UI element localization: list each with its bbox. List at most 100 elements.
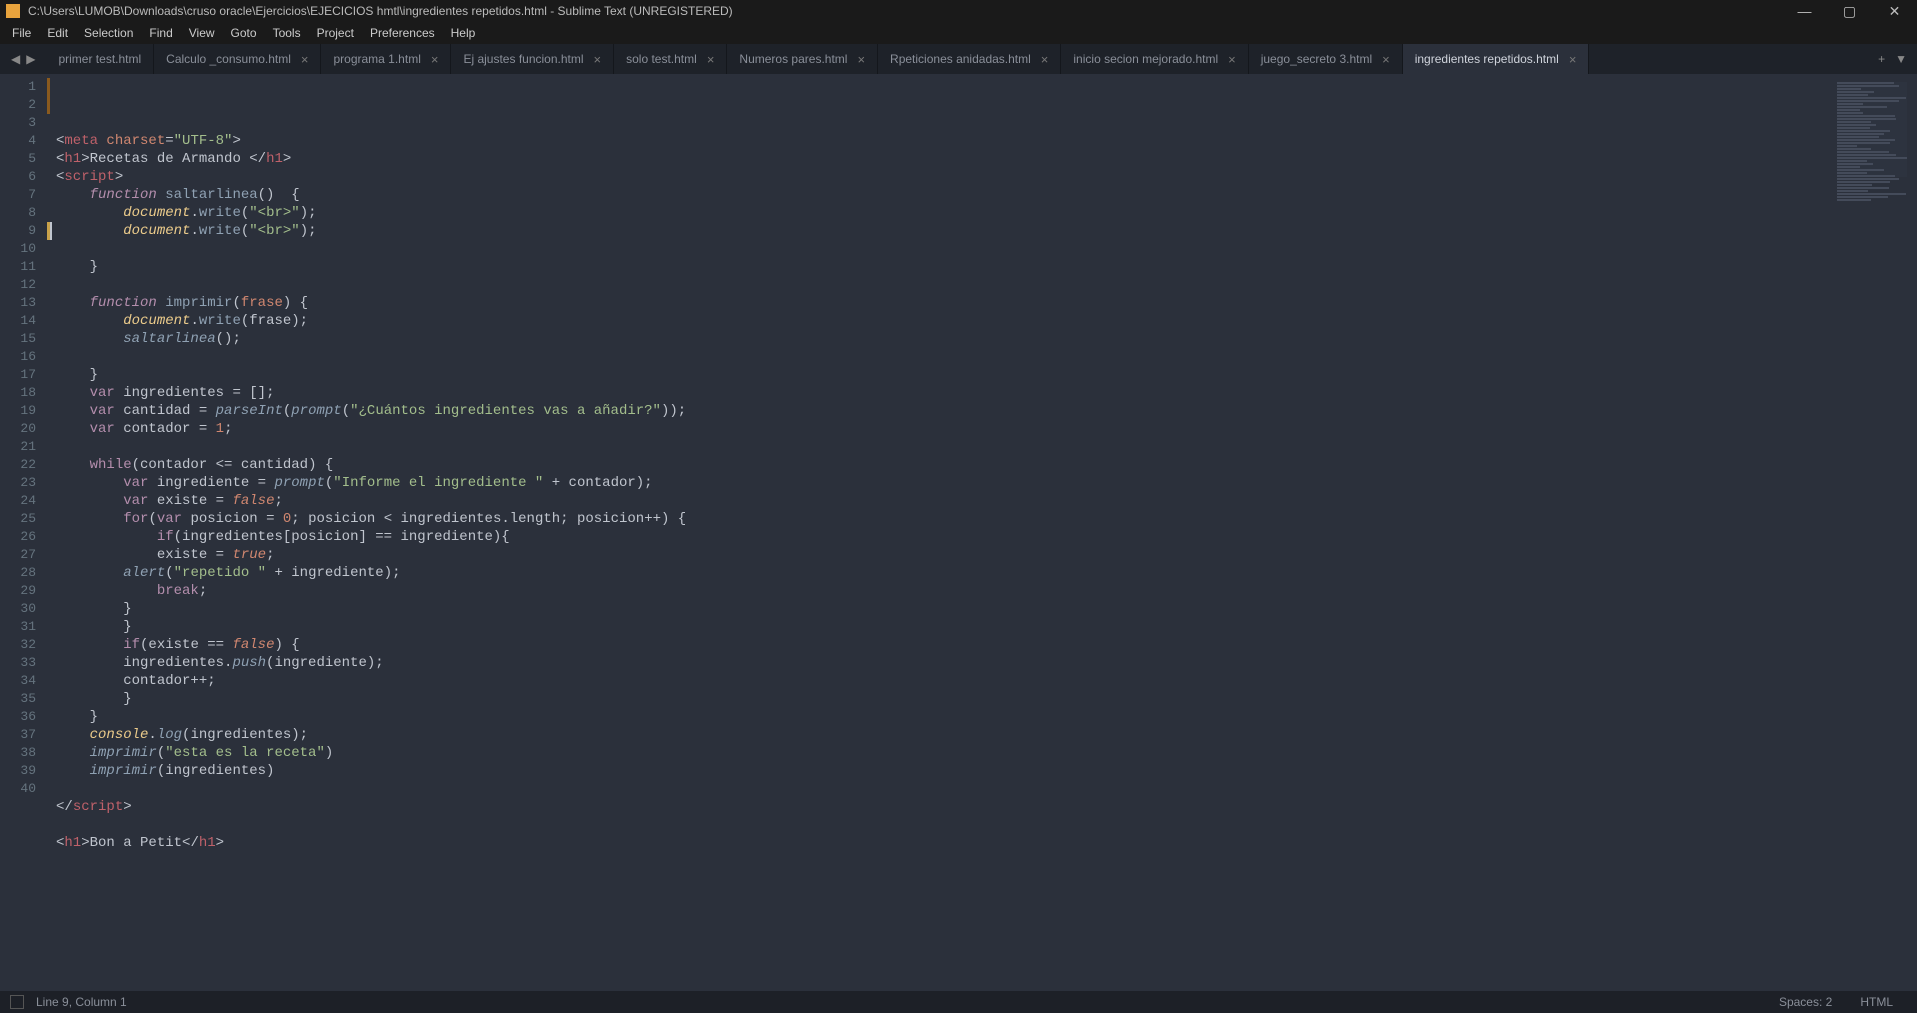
tab-4[interactable]: solo test.html ×	[614, 44, 727, 74]
close-button[interactable]: ✕	[1872, 0, 1917, 22]
code-line[interactable]: var ingrediente = prompt("Informe el ing…	[56, 474, 1797, 492]
code-line[interactable]: <h1>Bon a Petit</h1>	[56, 834, 1797, 852]
code-line[interactable]: }	[56, 708, 1797, 726]
code-line[interactable]	[56, 276, 1797, 294]
menu-project[interactable]: Project	[309, 26, 362, 40]
menu-file[interactable]: File	[4, 26, 39, 40]
code-line[interactable]	[56, 348, 1797, 366]
code-line[interactable]	[56, 438, 1797, 456]
menu-find[interactable]: Find	[141, 26, 180, 40]
tab-close-icon[interactable]: ×	[857, 52, 865, 67]
code-line[interactable]: </script>	[56, 798, 1797, 816]
code-line[interactable]: <meta charset="UTF-8">	[56, 132, 1797, 150]
menu-view[interactable]: View	[181, 26, 223, 40]
menu-goto[interactable]: Goto	[223, 26, 265, 40]
code-line[interactable]: }	[56, 600, 1797, 618]
status-position[interactable]: Line 9, Column 1	[36, 995, 127, 1009]
code-line[interactable]: var existe = false;	[56, 492, 1797, 510]
tab-close-icon[interactable]: ×	[1382, 52, 1390, 67]
minimap[interactable]	[1797, 74, 1917, 991]
tab-9[interactable]: ingredientes repetidos.html×	[1403, 44, 1590, 74]
code-line[interactable]: if(existe == false) {	[56, 636, 1797, 654]
tabbar: ◀ ▶ primer test.html Calculo _consumo.htm…	[0, 44, 1917, 74]
menu-tools[interactable]: Tools	[265, 26, 309, 40]
code-line[interactable]: if(ingredientes[posicion] == ingrediente…	[56, 528, 1797, 546]
tab-label: primer test.html	[58, 52, 141, 66]
tab-close-icon[interactable]: ×	[1569, 52, 1577, 67]
code-line[interactable]: var ingredientes = [];	[56, 384, 1797, 402]
code-line[interactable]: for(var posicion = 0; posicion < ingredi…	[56, 510, 1797, 528]
code-line[interactable]: var cantidad = parseInt(prompt("¿Cuántos…	[56, 402, 1797, 420]
tab-nav-next[interactable]: ▶	[23, 52, 38, 66]
code-line[interactable]: document.write(frase);	[56, 312, 1797, 330]
code-line[interactable]: imprimir("esta es la receta")	[56, 744, 1797, 762]
tab-label: inicio secion mejorado.html	[1073, 52, 1218, 66]
new-tab-button[interactable]: +	[1878, 52, 1885, 66]
code-line[interactable]	[56, 780, 1797, 798]
minimize-button[interactable]: —	[1782, 0, 1827, 22]
tab-label: Ej ajustes funcion.html	[463, 52, 583, 66]
tab-label: Calculo _consumo.html	[166, 52, 291, 66]
window-title: C:\Users\LUMOB\Downloads\cruso oracle\Ej…	[28, 4, 1782, 18]
code-line[interactable]: contador++;	[56, 672, 1797, 690]
tab-8[interactable]: juego_secreto 3.html ×	[1249, 44, 1403, 74]
tab-dropdown-button[interactable]: ▼	[1895, 52, 1907, 66]
panel-switcher-icon[interactable]	[10, 995, 24, 1009]
tab-3[interactable]: Ej ajustes funcion.html ×	[451, 44, 614, 74]
cursor	[50, 222, 52, 240]
statusbar: Line 9, Column 1 Spaces: 2 HTML	[0, 991, 1917, 1013]
tab-close-icon[interactable]: ×	[431, 52, 439, 67]
code-line[interactable]: }	[56, 618, 1797, 636]
tab-2[interactable]: programa 1.html ×	[321, 44, 451, 74]
code-line[interactable]: document.write("<br>");	[56, 204, 1797, 222]
tab-close-icon[interactable]: ×	[1228, 52, 1236, 67]
line-gutter: 1234567891011121314151617181920212223242…	[0, 74, 50, 991]
tab-5[interactable]: Numeros pares.html ×	[727, 44, 878, 74]
code-line[interactable]: }	[56, 258, 1797, 276]
tab-close-icon[interactable]: ×	[594, 52, 602, 67]
tab-close-icon[interactable]: ×	[1041, 52, 1049, 67]
tab-close-icon[interactable]: ×	[301, 52, 309, 67]
tab-label: juego_secreto 3.html	[1261, 52, 1372, 66]
menu-selection[interactable]: Selection	[76, 26, 141, 40]
code-line[interactable]: ingredientes.push(ingrediente);	[56, 654, 1797, 672]
status-syntax[interactable]: HTML	[1846, 995, 1907, 1009]
status-indent[interactable]: Spaces: 2	[1765, 995, 1846, 1009]
code-line[interactable]	[56, 816, 1797, 834]
code-line[interactable]: var contador = 1;	[56, 420, 1797, 438]
code-line[interactable]: alert("repetido " + ingrediente);	[56, 564, 1797, 582]
code-line[interactable]: function imprimir(frase) {	[56, 294, 1797, 312]
menu-edit[interactable]: Edit	[39, 26, 76, 40]
tab-label: programa 1.html	[333, 52, 420, 66]
tab-7[interactable]: inicio secion mejorado.html ×	[1061, 44, 1248, 74]
tab-label: solo test.html	[626, 52, 697, 66]
tab-0[interactable]: primer test.html	[46, 44, 154, 74]
tab-nav-prev[interactable]: ◀	[8, 52, 23, 66]
code-line[interactable]: saltarlinea();	[56, 330, 1797, 348]
window-controls: — ▢ ✕	[1782, 0, 1917, 22]
code-line[interactable]: <script>	[56, 168, 1797, 186]
code-line[interactable]	[56, 240, 1797, 258]
code-line[interactable]: imprimir(ingredientes)	[56, 762, 1797, 780]
app-icon	[6, 4, 20, 18]
code-line[interactable]: console.log(ingredientes);	[56, 726, 1797, 744]
editor[interactable]: 1234567891011121314151617181920212223242…	[0, 74, 1917, 991]
code-line[interactable]: function saltarlinea() {	[56, 186, 1797, 204]
code-line[interactable]: <h1>Recetas de Armando </h1>	[56, 150, 1797, 168]
menu-help[interactable]: Help	[443, 26, 484, 40]
menu-preferences[interactable]: Preferences	[362, 26, 443, 40]
titlebar: C:\Users\LUMOB\Downloads\cruso oracle\Ej…	[0, 0, 1917, 22]
maximize-button[interactable]: ▢	[1827, 0, 1872, 22]
code-line[interactable]: }	[56, 690, 1797, 708]
code-line[interactable]: break;	[56, 582, 1797, 600]
tab-nav-arrows: ◀ ▶	[0, 44, 46, 74]
code-line[interactable]: document.write("<br>");	[56, 222, 1797, 240]
code-line[interactable]: }	[56, 366, 1797, 384]
code-area[interactable]: <meta charset="UTF-8"><h1>Recetas de Arm…	[50, 74, 1797, 991]
tab-1[interactable]: Calculo _consumo.html ×	[154, 44, 321, 74]
tab-close-icon[interactable]: ×	[707, 52, 715, 67]
tab-label: Numeros pares.html	[739, 52, 847, 66]
code-line[interactable]: existe = true;	[56, 546, 1797, 564]
code-line[interactable]: while(contador <= cantidad) {	[56, 456, 1797, 474]
tab-6[interactable]: Rpeticiones anidadas.html×	[878, 44, 1061, 74]
